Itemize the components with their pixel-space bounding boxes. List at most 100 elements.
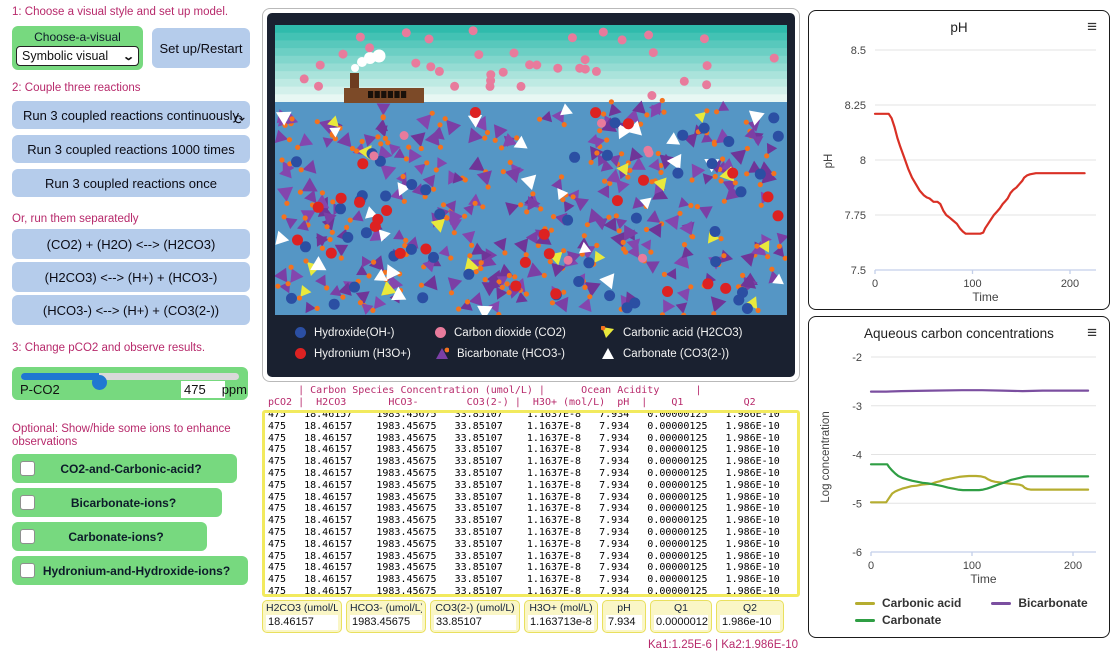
monitor-value: 1.986e-10 xyxy=(720,615,780,630)
legend-item: Hydroxide(OH-) xyxy=(295,327,435,339)
monitor-value: 1.163713e-8 xyxy=(528,615,594,630)
world-view-widget: Hydroxide(OH-) Carbon dioxide (CO2) Carbon… xyxy=(262,8,800,382)
pco2-slider[interactable]: P-CO2 475 ppm xyxy=(12,367,248,400)
switch-bicarbonate-ions[interactable]: Bicarbonate-ions? xyxy=(12,488,222,517)
plot-ylabel: Log concentration xyxy=(820,411,832,502)
legend-item: Bicarbonate (HCO3-) xyxy=(435,347,601,360)
plot-title: pH xyxy=(809,11,1109,35)
monitor-label: H2CO3 (umol/L) xyxy=(266,602,338,614)
plot-legend: Carbonic acidCarbonateBicarbonate xyxy=(855,596,1088,627)
visual-style-chooser: Choose-a-visual Symbolic visual ⌄ xyxy=(12,26,143,70)
switch-label: Hydronium-and-Hydroxide-ions? xyxy=(35,564,248,578)
switch-label: Bicarbonate-ions? xyxy=(35,496,222,510)
monitor-hco3: HCO3- (umol/L) 1983.45675 xyxy=(346,600,426,633)
table-header-line2: pCO2 | H2CO3 HCO3- CO3(2-) | H3O+ (mol/L… xyxy=(262,397,800,409)
species-legend: Hydroxide(OH-) Carbon dioxide (CO2) Carbon… xyxy=(275,322,787,364)
ka-constants-label: Ka1:1.25E-6 | Ka2:1.986E-10 xyxy=(262,639,798,651)
slider-unit: ppm xyxy=(222,382,247,397)
slider-value-field[interactable]: 475 xyxy=(181,381,225,398)
monitor-q2: Q2 1.986e-10 xyxy=(716,600,784,633)
setup-restart-button[interactable]: Set up/Restart xyxy=(152,28,250,68)
monitor-label: HCO3- (umol/L) xyxy=(350,602,422,614)
monitor-ph: pH 7.934 xyxy=(602,600,646,633)
select-value: Symbolic visual xyxy=(22,49,108,63)
svg-text:7.75: 7.75 xyxy=(845,210,866,222)
section2-label: 2: Couple three reactions xyxy=(12,82,252,95)
legend-marker-icon xyxy=(435,327,446,338)
plot-menu-icon[interactable]: ≡ xyxy=(1087,17,1097,37)
section3-label: 3: Change pCO2 and observe results. xyxy=(12,342,252,355)
svg-text:8: 8 xyxy=(860,155,866,167)
legend-marker-icon xyxy=(601,347,615,360)
visual-style-select[interactable]: Symbolic visual ⌄ xyxy=(16,46,139,66)
plot-legend-item: Bicarbonate xyxy=(991,596,1087,610)
reaction2-button[interactable]: (H2CO3) <--> (H+) + (HCO3-) xyxy=(12,262,250,292)
separate-label: Or, run them separatedly xyxy=(12,213,252,226)
chooser-label: Choose-a-visual xyxy=(16,30,139,44)
monitor-q1: Q1 0.00000125 xyxy=(650,600,712,633)
legend-label: Carbonic acid (H2CO3) xyxy=(623,327,743,339)
plot-menu-icon[interactable]: ≡ xyxy=(1087,323,1097,343)
svg-text:8.25: 8.25 xyxy=(845,100,866,112)
svg-text:-4: -4 xyxy=(852,450,862,462)
section1-label: 1: Choose a visual style and set up mode… xyxy=(12,6,252,19)
switch-co2-carbonic-acid[interactable]: CO2-and-Carbonic-acid? xyxy=(12,454,237,483)
slider-track[interactable] xyxy=(21,373,239,380)
carbon-concentrations-plot: Aqueous carbon concentrations ≡ Log conc… xyxy=(808,316,1110,638)
monitor-value: 18.46157 xyxy=(266,615,338,630)
svg-text:100: 100 xyxy=(963,278,981,290)
plot-legend-item: Carbonic acid xyxy=(855,596,961,610)
plot-title: Aqueous carbon concentrations xyxy=(809,317,1109,341)
svg-text:0: 0 xyxy=(868,560,874,572)
simulation-view[interactable] xyxy=(275,25,787,315)
legend-label: Carbon dioxide (CO2) xyxy=(454,327,566,339)
legend-label: Hydroxide(OH-) xyxy=(314,327,395,339)
legend-marker-icon xyxy=(295,327,306,338)
checkbox[interactable] xyxy=(20,495,35,510)
output-table-header: | Carbon Species Concentration (umol/L) … xyxy=(262,385,800,408)
output-area[interactable]: 475 18.46157 1983.45675 33.85107 1.1637E… xyxy=(262,410,800,597)
monitor-co3: CO3(2-) (umol/L) 33.85107 xyxy=(430,600,520,633)
switch-carbonate-ions[interactable]: Carbonate-ions? xyxy=(12,522,207,551)
monitor-label: Q2 xyxy=(720,602,780,614)
chevron-down-icon: ⌄ xyxy=(122,50,135,63)
legend-marker-icon xyxy=(601,326,615,339)
slider-thumb[interactable] xyxy=(92,375,107,390)
reaction3-button[interactable]: (HCO3-) <--> (H+) + (CO3(2-)) xyxy=(12,295,250,325)
run-continuously-label: Run 3 coupled reactions continuously xyxy=(23,108,239,123)
reaction1-button[interactable]: (CO2) + (H2O) <--> (H2CO3) xyxy=(12,229,250,259)
monitor-value: 0.00000125 xyxy=(654,615,708,630)
monitor-h3o: H3O+ (mol/L) 1.163713e-8 xyxy=(524,600,598,633)
checkbox[interactable] xyxy=(20,461,35,476)
monitor-label: pH xyxy=(606,602,642,614)
switch-label: Carbonate-ions? xyxy=(35,530,207,544)
run-continuously-button[interactable]: Run 3 coupled reactions continuously ⟳ xyxy=(12,101,250,129)
slider-label: P-CO2 xyxy=(20,382,60,397)
view-frame: Hydroxide(OH-) Carbon dioxide (CO2) Carbon… xyxy=(267,13,795,377)
checkbox[interactable] xyxy=(20,563,35,578)
svg-text:7.5: 7.5 xyxy=(851,265,866,277)
control-panel: 1: Choose a visual style and set up mode… xyxy=(8,6,256,585)
output-rows: 475 18.46157 1983.45675 33.85107 1.1637E… xyxy=(265,410,797,597)
checkbox[interactable] xyxy=(20,529,35,544)
plot-ylabel: pH xyxy=(823,154,835,169)
plot-legend-label: Bicarbonate xyxy=(1018,596,1087,610)
legend-label: Carbonate (CO3(2-)) xyxy=(623,348,729,360)
monitor-value: 33.85107 xyxy=(434,615,516,630)
slider-fill xyxy=(21,373,99,380)
svg-text:-5: -5 xyxy=(852,498,862,510)
legend-item: Hydronium (H3O+) xyxy=(295,348,435,360)
run-1000-times-button[interactable]: Run 3 coupled reactions 1000 times xyxy=(12,135,250,163)
legend-marker-icon xyxy=(295,348,306,359)
run-once-button[interactable]: Run 3 coupled reactions once xyxy=(12,169,250,197)
legend-label: Bicarbonate (HCO3-) xyxy=(457,348,565,360)
svg-text:Time: Time xyxy=(970,572,997,586)
forever-icon: ⟳ xyxy=(234,114,245,126)
monitor-h2co3: H2CO3 (umol/L) 18.46157 xyxy=(262,600,342,633)
svg-text:-3: -3 xyxy=(852,401,862,413)
switch-label: CO2-and-Carbonic-acid? xyxy=(35,462,237,476)
monitor-label: CO3(2-) (umol/L) xyxy=(434,602,516,614)
svg-text:200: 200 xyxy=(1061,278,1079,290)
switch-hydronium-hydroxide-ions[interactable]: Hydronium-and-Hydroxide-ions? xyxy=(12,556,248,585)
plot-legend-label: Carbonic acid xyxy=(882,596,961,610)
